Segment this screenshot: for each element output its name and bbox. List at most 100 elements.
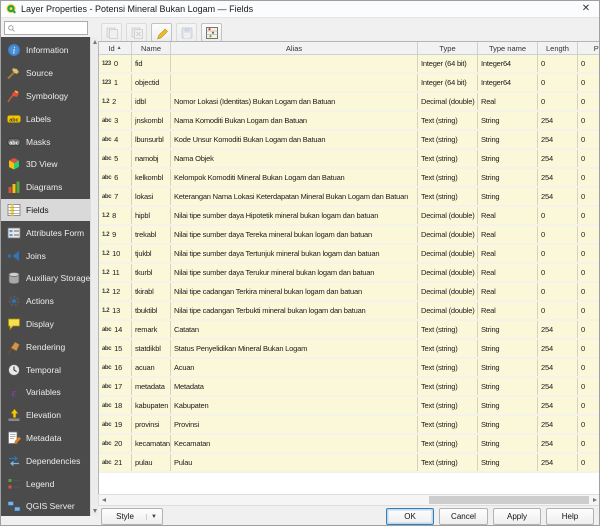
sidebar-item-variables[interactable]: ε Variables bbox=[1, 381, 90, 404]
column-header-type-name[interactable]: Type name bbox=[478, 42, 538, 54]
field-length-cell: 254 bbox=[538, 435, 578, 452]
column-header-id[interactable]: Id ▲ bbox=[99, 42, 132, 54]
field-row[interactable]: abc 15 statdikbl Status Penyelidikan Min… bbox=[99, 340, 600, 359]
field-row[interactable]: abc 7 lokasi Keterangan Nama Lokasi Kete… bbox=[99, 188, 600, 207]
field-type-icon: abc bbox=[102, 194, 111, 200]
field-row[interactable]: abc 18 kabupaten Kabupaten Text (string)… bbox=[99, 397, 600, 416]
field-row[interactable]: 1.2 9 trekabl Nilai tipe sumber daya Ter… bbox=[99, 226, 600, 245]
field-id-value: 6 bbox=[114, 173, 118, 182]
field-id-cell: 123 0 bbox=[99, 55, 132, 72]
column-header-pr[interactable]: Pr bbox=[578, 42, 600, 54]
temporal-icon bbox=[6, 362, 21, 377]
sidebar-item-elevation[interactable]: Elevation bbox=[1, 404, 90, 427]
horizontal-scrollbar[interactable] bbox=[98, 494, 600, 506]
sidebar-item-diagrams[interactable]: Diagrams bbox=[1, 176, 90, 199]
field-row[interactable]: abc 20 kecamatan Kecamatan Text (string)… bbox=[99, 435, 600, 454]
field-row[interactable]: 1.2 2 idbl Nomor Lokasi (Identitas) Buka… bbox=[99, 93, 600, 112]
sidebar-item-dependencies[interactable]: Dependencies bbox=[1, 449, 90, 472]
scroll-up-icon[interactable] bbox=[93, 40, 97, 44]
sidebar-item-source[interactable]: Source bbox=[1, 62, 90, 85]
scroll-left-icon[interactable] bbox=[102, 498, 106, 502]
field-row[interactable]: abc 17 metadata Metadata Text (string) S… bbox=[99, 378, 600, 397]
sidebar-search-box[interactable] bbox=[4, 21, 88, 35]
sidebar-item-symbology[interactable]: Symbology bbox=[1, 85, 90, 108]
field-name-cell: lbunsurbl bbox=[132, 131, 171, 148]
sidebar-item-temporal[interactable]: Temporal bbox=[1, 358, 90, 381]
column-header-name[interactable]: Name bbox=[132, 42, 171, 54]
scroll-right-icon[interactable] bbox=[593, 498, 597, 502]
field-row[interactable]: 1.2 11 tkurbl Nilai tipe sumber daya Ter… bbox=[99, 264, 600, 283]
search-icon bbox=[7, 24, 16, 33]
sidebar-item-fields[interactable]: Fields bbox=[1, 199, 90, 222]
field-length-cell: 254 bbox=[538, 169, 578, 186]
field-row[interactable]: 1.2 13 tbuktibl Nilai tipe cadangan Terb… bbox=[99, 302, 600, 321]
field-row[interactable]: abc 4 lbunsurbl Kode Unsur Komoditi Buka… bbox=[99, 131, 600, 150]
cancel-button[interactable]: Cancel bbox=[439, 508, 488, 525]
field-name-cell: metadata bbox=[132, 378, 171, 395]
column-header-length[interactable]: Length bbox=[538, 42, 578, 54]
field-length-cell: 254 bbox=[538, 131, 578, 148]
field-row[interactable]: abc 21 pulau Pulau Text (string) String … bbox=[99, 454, 600, 473]
field-row[interactable]: 1.2 8 hipbl Nilai tipe sumber daya Hipot… bbox=[99, 207, 600, 226]
sidebar-item-rendering[interactable]: Rendering bbox=[1, 335, 90, 358]
field-alias-cell: Nama Objek bbox=[171, 150, 418, 167]
field-row[interactable]: 123 1 objectid Integer (64 bit) Integer6… bbox=[99, 74, 600, 93]
field-alias-cell: Keterangan Nama Lokasi Keterdapatan Mine… bbox=[171, 188, 418, 205]
field-length-cell: 0 bbox=[538, 302, 578, 319]
sidebar-item-auxiliary-storage[interactable]: Auxiliary Storage bbox=[1, 267, 90, 290]
sidebar-nav: i Information Source Symbology abc Label… bbox=[1, 37, 98, 516]
sidebar-item-joins[interactable]: Joins bbox=[1, 244, 90, 267]
field-typename-cell: String bbox=[478, 454, 538, 471]
sidebar-item-legend[interactable]: Legend bbox=[1, 472, 90, 495]
toggle-editing-button[interactable] bbox=[151, 23, 172, 42]
field-name-cell: trekabl bbox=[132, 226, 171, 243]
field-calculator-button[interactable] bbox=[201, 23, 222, 42]
field-length-cell: 0 bbox=[538, 93, 578, 110]
delete-field-button[interactable] bbox=[126, 23, 147, 42]
field-row[interactable]: abc 14 remark Catatan Text (string) Stri… bbox=[99, 321, 600, 340]
ok-button[interactable]: OK bbox=[386, 508, 434, 525]
sidebar-item-attributes-form[interactable]: Attributes Form bbox=[1, 221, 90, 244]
field-type-icon: 123 bbox=[102, 61, 111, 67]
column-header-type[interactable]: Type bbox=[418, 42, 478, 54]
field-typename-cell: String bbox=[478, 359, 538, 376]
field-id-cell: 1.2 12 bbox=[99, 283, 132, 300]
sidebar-item-labels[interactable]: abc Labels bbox=[1, 107, 90, 130]
sidebar-item-actions[interactable]: Actions bbox=[1, 290, 90, 313]
field-name-cell: pulau bbox=[132, 454, 171, 471]
field-length-cell: 0 bbox=[538, 283, 578, 300]
save-edits-button[interactable] bbox=[176, 23, 197, 42]
field-type-icon: 1.2 bbox=[102, 213, 109, 219]
sidebar-item-qgis-server[interactable]: QGIS Server bbox=[1, 495, 90, 516]
field-row[interactable]: abc 6 kelkombl Kelompok Komoditi Mineral… bbox=[99, 169, 600, 188]
search-input[interactable] bbox=[18, 23, 84, 33]
field-row[interactable]: abc 3 jnskombl Nama Komoditi Bukan Logam… bbox=[99, 112, 600, 131]
legend-icon bbox=[6, 476, 21, 491]
field-name-cell: kabupaten bbox=[132, 397, 171, 414]
style-button[interactable]: Style ▼ bbox=[101, 508, 163, 525]
field-row[interactable]: abc 16 acuan Acuan Text (string) String … bbox=[99, 359, 600, 378]
scroll-down-icon[interactable] bbox=[93, 509, 97, 513]
field-row[interactable]: abc 19 provinsi Provinsi Text (string) S… bbox=[99, 416, 600, 435]
field-row[interactable]: 1.2 12 tkirabl Nilai tipe cadangan Terki… bbox=[99, 283, 600, 302]
close-button[interactable]: ✕ bbox=[579, 2, 593, 16]
apply-button[interactable]: Apply bbox=[493, 508, 541, 525]
sidebar-scrollbar[interactable] bbox=[90, 37, 98, 516]
field-typename-cell: String bbox=[478, 169, 538, 186]
field-row[interactable]: 1.2 10 tjukbl Nilai tipe sumber daya Ter… bbox=[99, 245, 600, 264]
field-row[interactable]: abc 5 namobj Nama Objek Text (string) St… bbox=[99, 150, 600, 169]
field-length-cell: 0 bbox=[538, 74, 578, 91]
new-field-button[interactable] bbox=[101, 23, 122, 42]
sidebar-item-3d-view[interactable]: 3D View bbox=[1, 153, 90, 176]
sidebar-item-masks[interactable]: abc Masks bbox=[1, 130, 90, 153]
sidebar-item-metadata[interactable]: Metadata bbox=[1, 427, 90, 450]
field-id-value: 2 bbox=[112, 97, 116, 106]
help-button[interactable]: Help bbox=[546, 508, 594, 525]
sidebar-item-information[interactable]: i Information bbox=[1, 39, 90, 62]
field-type-cell: Integer (64 bit) bbox=[418, 74, 478, 91]
column-header-alias[interactable]: Alias bbox=[171, 42, 418, 54]
scrollbar-thumb[interactable] bbox=[429, 496, 589, 504]
field-row[interactable]: 123 0 fid Integer (64 bit) Integer64 0 0 bbox=[99, 55, 600, 74]
sidebar-item-display[interactable]: Display bbox=[1, 313, 90, 336]
field-type-cell: Text (string) bbox=[418, 169, 478, 186]
